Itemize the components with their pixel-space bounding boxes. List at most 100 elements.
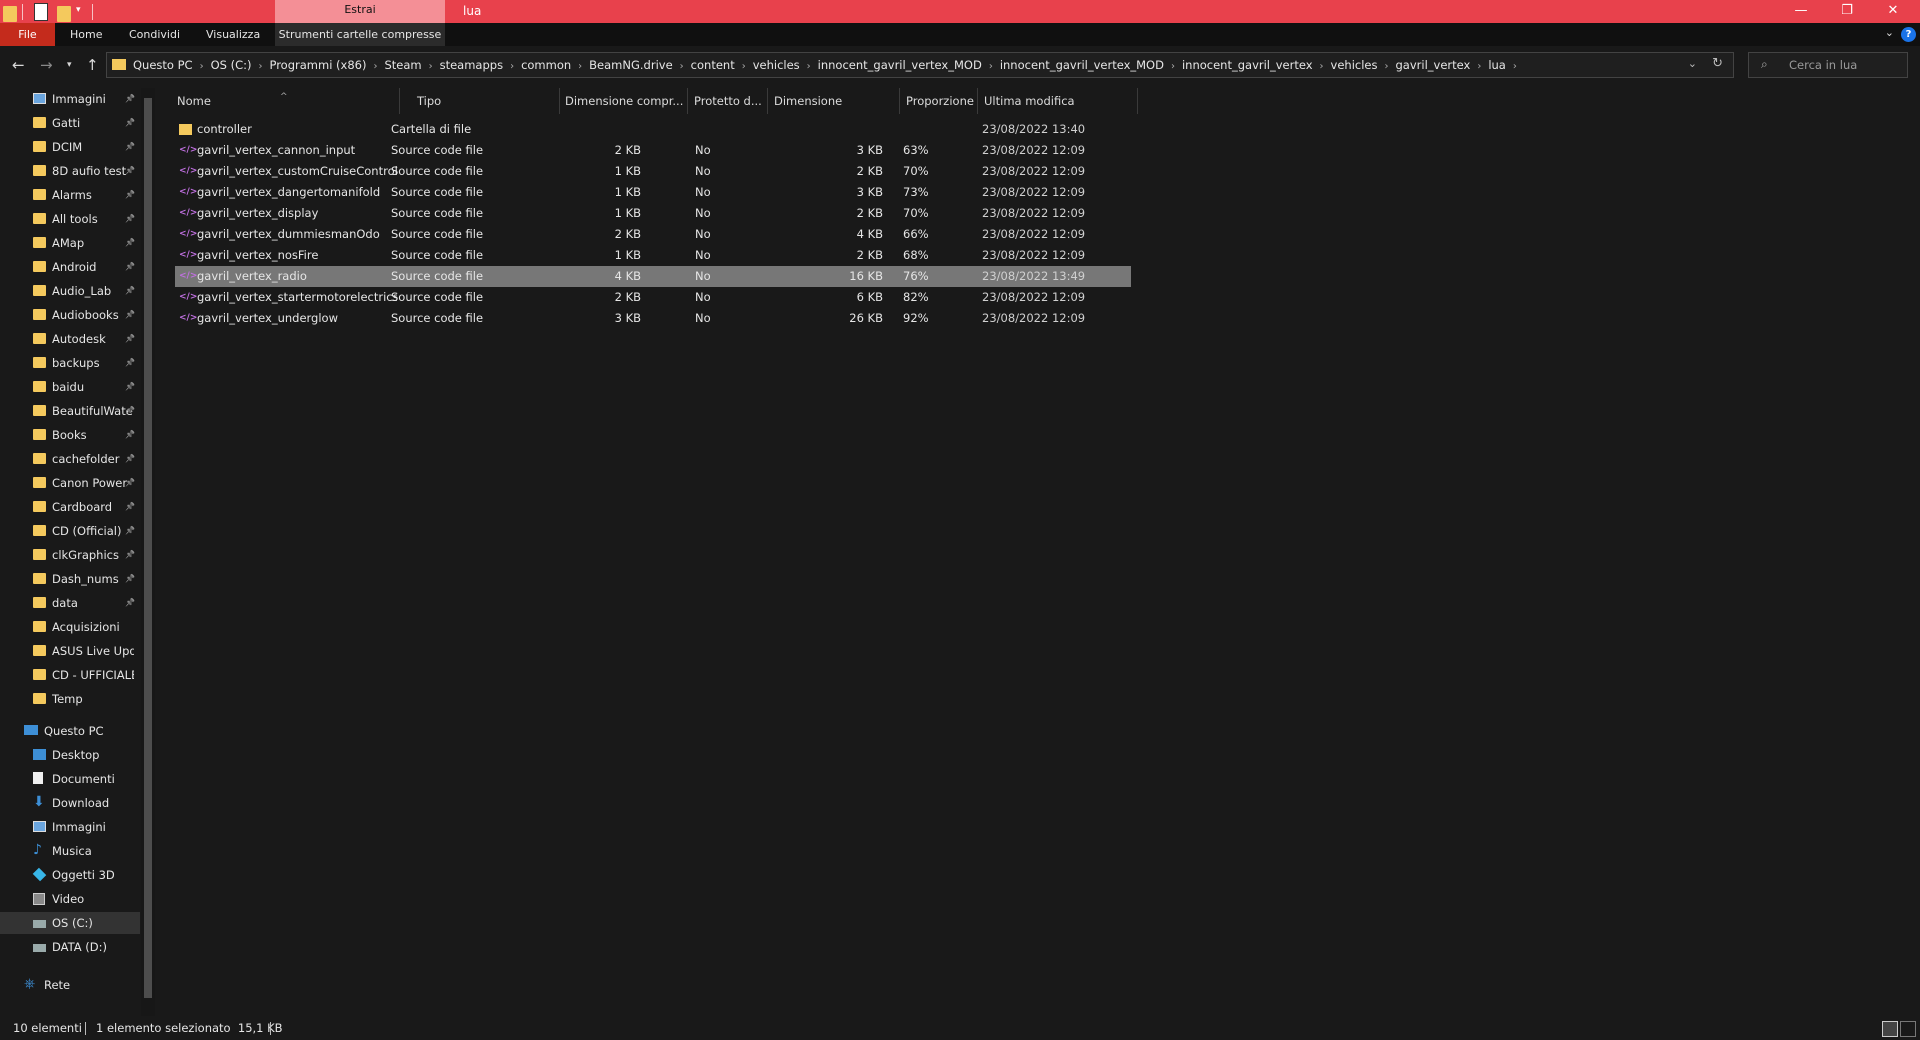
breadcrumb-chevron-icon[interactable]: › [680, 61, 684, 72]
recent-locations-icon[interactable]: ▾ [67, 60, 72, 70]
breadcrumb-chevron-icon[interactable]: › [1477, 61, 1481, 72]
sidebar-item[interactable]: BeautifulWate 📌 [0, 400, 140, 422]
breadcrumb-chevron-icon[interactable]: › [578, 61, 582, 72]
sidebar-item[interactable]: Oggetti 3D [0, 864, 140, 886]
sidebar-item[interactable]: Gatti 📌 [0, 112, 140, 134]
tab-file[interactable]: File [0, 23, 55, 46]
new-folder-icon[interactable] [57, 6, 71, 22]
search-box[interactable]: ⌕ [1748, 52, 1908, 78]
table-row[interactable]: </> gavril_vertex_underglow Source code fi… [175, 308, 1131, 329]
minimize-button[interactable]: — [1778, 0, 1824, 23]
sidebar-item[interactable]: Video [0, 888, 140, 910]
breadcrumb-chevron-icon[interactable]: › [742, 61, 746, 72]
breadcrumb-item[interactable]: gavril_vertex [1396, 58, 1471, 72]
sidebar-item[interactable]: DCIM 📌 [0, 136, 140, 158]
breadcrumb-item[interactable]: vehicles [753, 58, 800, 72]
table-row[interactable]: </> gavril_vertex_nosFire Source code file… [175, 245, 1131, 266]
table-row[interactable]: </> gavril_vertex_display Source code file… [175, 203, 1131, 224]
sidebar-item[interactable]: Alarms 📌 [0, 184, 140, 206]
sidebar-item[interactable]: DATA (D:) [0, 936, 140, 958]
tab-home[interactable]: Home [70, 23, 102, 46]
sidebar-item[interactable]: OS (C:) [0, 912, 140, 934]
sidebar-item[interactable]: clkGraphics 📌 [0, 544, 140, 566]
address-bar[interactable]: Questo PC › OS (C:) › Programmi (x86) › Steam ›… [106, 52, 1734, 78]
table-row[interactable]: controller Cartella di file 23/08/2022 13:… [175, 119, 1131, 140]
help-icon[interactable]: ? [1901, 27, 1916, 42]
column-header-name[interactable]: Nome ^ [160, 88, 400, 114]
expand-ribbon-icon[interactable]: ⌄ [1885, 26, 1894, 39]
close-button[interactable]: ✕ [1870, 0, 1916, 23]
sidebar-item[interactable]: data 📌 [0, 592, 140, 614]
sidebar-item[interactable]: baidu 📌 [0, 376, 140, 398]
sidebar-item[interactable]: Audiobooks 📌 [0, 304, 140, 326]
sidebar-item[interactable]: Canon Power 📌 [0, 472, 140, 494]
sidebar-item[interactable]: Cardboard 📌 [0, 496, 140, 518]
table-row[interactable]: </> gavril_vertex_radio Source code file 4 … [175, 266, 1131, 287]
quick-access-dropdown-icon[interactable]: ▾ [76, 5, 81, 21]
breadcrumb-chevron-icon[interactable]: › [989, 61, 993, 72]
sidebar-item[interactable]: Audio_Lab 📌 [0, 280, 140, 302]
sidebar-item[interactable]: Dash_nums 📌 [0, 568, 140, 590]
properties-icon[interactable] [34, 3, 48, 21]
breadcrumb-chevron-icon[interactable]: › [200, 61, 204, 72]
breadcrumb-item[interactable]: lua [1488, 58, 1506, 72]
breadcrumb-item[interactable]: vehicles [1331, 58, 1378, 72]
breadcrumb-chevron-icon[interactable]: › [510, 61, 514, 72]
sidebar-item[interactable]: Immagini [0, 816, 140, 838]
sidebar-item[interactable]: Android 📌 [0, 256, 140, 278]
sidebar-item[interactable]: Books 📌 [0, 424, 140, 446]
sidebar-item[interactable]: All tools 📌 [0, 208, 140, 230]
sidebar-item[interactable]: backups 📌 [0, 352, 140, 374]
table-row[interactable]: </> gavril_vertex_dummiesmanOdo Source cod… [175, 224, 1131, 245]
breadcrumb-chevron-icon[interactable]: › [1513, 61, 1517, 72]
tab-strumenti-cartelle-compresse[interactable]: Strumenti cartelle compresse [275, 23, 445, 46]
breadcrumb-chevron-icon[interactable]: › [373, 61, 377, 72]
sidebar-item[interactable]: CD (Official) 📌 [0, 520, 140, 542]
table-row[interactable]: </> gavril_vertex_customCruiseControl Sour… [175, 161, 1131, 182]
sidebar-item[interactable]: Autodesk 📌 [0, 328, 140, 350]
up-arrow-icon[interactable]: ↑ [86, 56, 99, 74]
breadcrumb-chevron-icon[interactable]: › [807, 61, 811, 72]
breadcrumb-item[interactable]: Questo PC [133, 58, 193, 72]
breadcrumb-item[interactable]: Steam [384, 58, 421, 72]
table-row[interactable]: </> gavril_vertex_startermotorelectrics So… [175, 287, 1131, 308]
sidebar-item[interactable]: Desktop [0, 744, 140, 766]
sidebar-item[interactable]: ⎈ Rete [0, 974, 140, 996]
breadcrumb-item[interactable]: steamapps [440, 58, 503, 72]
breadcrumb-chevron-icon[interactable]: › [258, 61, 262, 72]
breadcrumb-chevron-icon[interactable]: › [1385, 61, 1389, 72]
sidebar-item[interactable]: CD - UFFICIALE [0, 664, 140, 686]
forward-arrow-icon[interactable]: → [40, 56, 53, 74]
search-input[interactable] [1787, 55, 1903, 75]
table-row[interactable]: </> gavril_vertex_cannon_input Source code… [175, 140, 1131, 161]
breadcrumb-item[interactable]: common [521, 58, 571, 72]
details-view-button[interactable] [1882, 1021, 1898, 1037]
restore-button[interactable]: ❐ [1824, 0, 1870, 23]
breadcrumb-chevron-icon[interactable]: › [429, 61, 433, 72]
sidebar-item[interactable]: Documenti [0, 768, 140, 790]
column-header-protected[interactable]: Protetto d... [688, 88, 768, 114]
column-header-ratio[interactable]: Proporzione [900, 88, 978, 114]
column-header-modified[interactable]: Ultima modifica [978, 88, 1138, 114]
column-header-compressed-size[interactable]: Dimensione compr... [560, 88, 688, 114]
breadcrumb-item[interactable]: Programmi (x86) [269, 58, 366, 72]
breadcrumb-chevron-icon[interactable]: › [1171, 61, 1175, 72]
breadcrumb-item[interactable]: OS (C:) [211, 58, 252, 72]
sidebar-item[interactable]: Questo PC [0, 720, 140, 742]
sidebar-item[interactable]: Temp [0, 688, 140, 710]
sidebar-item[interactable]: ASUS Live Updat [0, 640, 140, 662]
chevron-down-icon[interactable]: ⌄ [1688, 57, 1697, 70]
breadcrumb-chevron-icon[interactable]: › [1320, 61, 1324, 72]
scrollbar-thumb[interactable] [144, 98, 152, 998]
sidebar-item[interactable]: Immagini 📌 [0, 88, 140, 110]
large-icons-view-button[interactable] [1900, 1021, 1916, 1037]
tab-condividi[interactable]: Condividi [129, 23, 180, 46]
sidebar-item[interactable]: Acquisizioni [0, 616, 140, 638]
breadcrumb-item[interactable]: BeamNG.drive [589, 58, 673, 72]
refresh-icon[interactable]: ↻ [1712, 56, 1723, 71]
back-arrow-icon[interactable]: ← [12, 56, 25, 74]
sidebar-scrollbar[interactable] [141, 88, 155, 1016]
table-row[interactable]: </> gavril_vertex_dangertomanifold Source … [175, 182, 1131, 203]
sidebar-item[interactable]: ♪ Musica [0, 840, 140, 862]
breadcrumb-item[interactable]: innocent_gavril_vertex_MOD [818, 58, 982, 72]
